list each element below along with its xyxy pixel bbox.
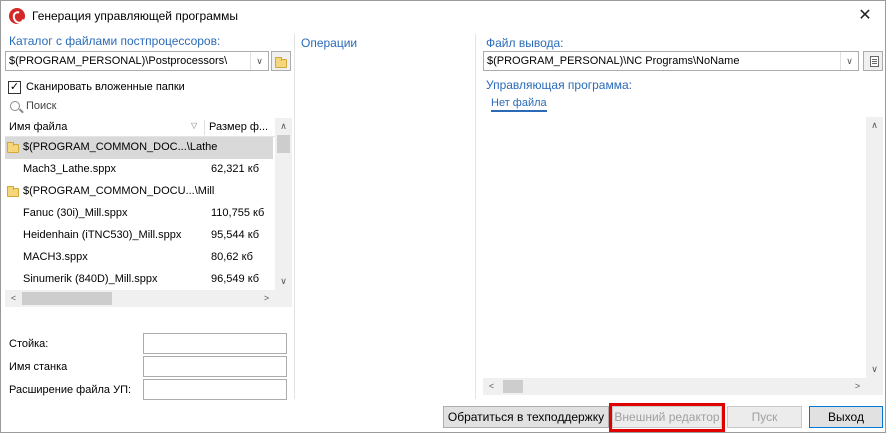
file-list-horizontal-scrollbar[interactable]: < > xyxy=(5,290,292,307)
list-item[interactable]: Sinumerik (840D)_Mill.sppx 96,549 кб xyxy=(5,269,273,290)
scan-subfolders-label: Сканировать вложенные папки xyxy=(26,81,185,93)
list-item[interactable]: MACH3.sppx 80,62 кб xyxy=(5,247,273,269)
scrollbar-thumb[interactable] xyxy=(503,380,523,393)
sort-down-icon: ▽ xyxy=(191,121,198,130)
list-item[interactable]: $(PROGRAM_COMMON_DOC...\Lathe xyxy=(5,137,273,159)
scan-subfolders-checkbox[interactable]: ✓ xyxy=(8,81,21,94)
nc-program-editor[interactable] xyxy=(483,117,866,378)
column-header-filename[interactable]: Имя файла xyxy=(5,118,205,136)
folder-icon xyxy=(7,142,19,153)
panel-divider xyxy=(475,34,476,399)
scroll-right-icon[interactable]: > xyxy=(849,378,866,395)
controller-label: Стойка: xyxy=(9,338,49,350)
scroll-left-icon[interactable]: < xyxy=(483,378,500,395)
catalog-combobox[interactable]: $(PROGRAM_PERSONAL)\Postprocessors\ ∨ xyxy=(5,51,269,71)
scroll-up-icon[interactable]: ∧ xyxy=(866,117,883,134)
nc-program-label: Управляющая программа: xyxy=(486,78,632,92)
scroll-down-icon[interactable]: ∨ xyxy=(866,361,883,378)
app-logo-icon xyxy=(9,8,25,24)
list-item[interactable]: $(PROGRAM_COMMON_DOCU...\Mill xyxy=(5,181,273,203)
tab-no-file[interactable]: Нет файла xyxy=(491,97,547,112)
nc-extension-label: Расширение файла УП: xyxy=(9,384,132,396)
list-item-size: 62,321 кб xyxy=(211,163,260,175)
list-item-size: 95,544 кб xyxy=(211,229,260,241)
scrollbar-thumb[interactable] xyxy=(277,135,290,153)
output-file-combobox[interactable]: $(PROGRAM_PERSONAL)\NC Programs\NoName ∨ xyxy=(483,51,859,71)
scrollbar-thumb[interactable] xyxy=(22,292,112,305)
nc-extension-field[interactable] xyxy=(143,379,287,400)
catalog-label: Каталог с файлами постпроцессоров: xyxy=(9,34,221,48)
list-item[interactable]: Fanuc (30i)_Mill.sppx 110,755 кб xyxy=(5,203,273,225)
column-header-filename-label: Имя файла xyxy=(9,121,68,133)
scroll-up-icon[interactable]: ∧ xyxy=(275,118,292,135)
chevron-down-icon[interactable]: ∨ xyxy=(840,52,858,70)
external-editor-button[interactable]: Внешний редактор xyxy=(612,406,722,428)
chevron-down-icon[interactable]: ∨ xyxy=(250,52,268,70)
run-button[interactable]: Пуск xyxy=(727,406,802,428)
list-item-size: 110,755 кб xyxy=(211,207,265,219)
browse-folder-button[interactable] xyxy=(271,51,291,71)
list-item-name: $(PROGRAM_COMMON_DOC...\Lathe xyxy=(23,141,218,153)
panel-divider xyxy=(294,34,295,399)
close-icon[interactable]: ✕ xyxy=(854,5,876,27)
list-item-name: Fanuc (30i)_Mill.sppx xyxy=(23,207,128,219)
column-header-size-label: Размер ф... xyxy=(209,121,269,133)
search-input[interactable]: Поиск xyxy=(26,100,56,112)
list-item-name: MACH3.sppx xyxy=(23,251,88,263)
list-item-size: 80,62 кб xyxy=(211,251,253,263)
column-header-size[interactable]: Размер ф... xyxy=(205,118,273,136)
editor-horizontal-scrollbar[interactable]: < > xyxy=(483,378,883,395)
list-item[interactable]: Mach3_Lathe.sppx 62,321 кб xyxy=(5,159,273,181)
search-icon xyxy=(10,101,20,111)
catalog-value: $(PROGRAM_PERSONAL)\Postprocessors\ xyxy=(9,55,228,67)
contact-support-button[interactable]: Обратиться в техподдержку xyxy=(443,406,609,428)
file-list: $(PROGRAM_COMMON_DOC...\Lathe Mach3_Lath… xyxy=(5,137,275,290)
window-title: Генерация управляющей программы xyxy=(32,9,239,23)
machine-name-field[interactable] xyxy=(143,356,287,377)
folder-icon xyxy=(275,57,287,68)
list-item[interactable]: Heidenhain (iTNC530)_Mill.sppx 95,544 кб xyxy=(5,225,273,247)
operations-label: Операции xyxy=(301,36,358,50)
exit-button[interactable]: Выход xyxy=(809,406,883,428)
dialog-window: Генерация управляющей программы ✕ Катало… xyxy=(0,0,886,433)
open-output-file-button[interactable] xyxy=(863,51,883,71)
scroll-left-icon[interactable]: < xyxy=(5,290,22,307)
list-item-name: $(PROGRAM_COMMON_DOCU...\Mill xyxy=(23,185,215,197)
editor-vertical-scrollbar[interactable]: ∧ ∨ xyxy=(866,117,883,378)
scroll-down-icon[interactable]: ∨ xyxy=(275,273,292,290)
list-item-size: 96,549 кб xyxy=(211,273,260,285)
file-list-vertical-scrollbar[interactable]: ∧ ∨ xyxy=(275,118,292,290)
controller-field[interactable] xyxy=(143,333,287,354)
list-item-name: Sinumerik (840D)_Mill.sppx xyxy=(23,273,158,285)
output-file-value: $(PROGRAM_PERSONAL)\NC Programs\NoName xyxy=(487,55,740,67)
list-item-name: Heidenhain (iTNC530)_Mill.sppx xyxy=(23,229,182,241)
list-item-name: Mach3_Lathe.sppx xyxy=(23,163,116,175)
output-file-label: Файл вывода: xyxy=(486,36,564,50)
title-bar: Генерация управляющей программы ✕ xyxy=(1,1,885,31)
file-list-header: Имя файла ▽ Размер ф... xyxy=(5,118,275,137)
machine-name-label: Имя станка xyxy=(9,361,68,373)
scroll-right-icon[interactable]: > xyxy=(258,290,275,307)
folder-icon xyxy=(7,186,19,197)
document-icon xyxy=(870,56,879,67)
